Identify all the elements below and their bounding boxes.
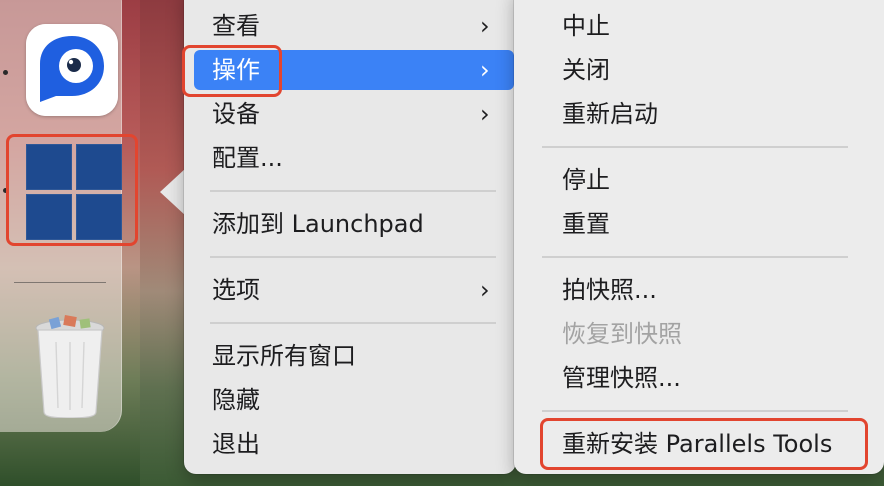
- dock-context-menu: 查看 › 操作 › 设备 › 配置... 添加到 Launchpad 选项 › …: [184, 0, 516, 474]
- trash-icon[interactable]: [30, 314, 110, 419]
- chevron-right-icon: ›: [480, 100, 490, 128]
- running-indicator: [3, 70, 8, 75]
- menu-item-reset[interactable]: 重置: [562, 204, 610, 244]
- menu-separator: [210, 322, 496, 324]
- menu-item-shut-down[interactable]: 关闭: [562, 50, 610, 90]
- menu-item-add-to-launchpad[interactable]: 添加到 Launchpad: [212, 204, 424, 244]
- menu-item-label: 隐藏: [212, 386, 260, 414]
- menu-item-actions[interactable]: 操作: [194, 50, 514, 90]
- menu-item-options[interactable]: 选项: [212, 270, 260, 310]
- menu-item-quit[interactable]: 退出: [212, 424, 260, 464]
- menu-item-label: 设备: [212, 100, 260, 128]
- menu-item-label: 关闭: [562, 56, 610, 84]
- menu-item-revert-to-snapshot: 恢复到快照: [562, 314, 682, 354]
- chevron-right-icon: ›: [480, 276, 490, 304]
- menu-pointer: [160, 168, 186, 216]
- menu-item-label: 重新安装 Parallels Tools: [562, 430, 833, 458]
- menu-item-devices[interactable]: 设备: [212, 94, 260, 134]
- menu-item-label: 选项: [212, 276, 260, 304]
- menu-item-label: 重新启动: [562, 100, 658, 128]
- menu-separator: [210, 190, 496, 192]
- chevron-right-icon: ›: [480, 12, 490, 40]
- menu-item-label: 恢复到快照: [562, 320, 682, 348]
- menu-item-label: 重置: [562, 210, 610, 238]
- menu-item-hide[interactable]: 隐藏: [212, 380, 260, 420]
- menu-item-label: 拍快照...: [562, 276, 657, 304]
- menu-item-label: 查看: [212, 12, 260, 40]
- menu-item-label: 配置...: [212, 144, 283, 172]
- menu-item-show-all-windows[interactable]: 显示所有窗口: [212, 336, 356, 376]
- actions-submenu: 中止 关闭 重新启动 停止 重置 拍快照... 恢复到快照 管理快照... 重新…: [514, 0, 884, 474]
- menu-separator: [542, 256, 848, 258]
- menu-separator: [542, 146, 848, 148]
- menu-item-reinstall-parallels-tools[interactable]: 重新安装 Parallels Tools: [562, 424, 832, 464]
- menu-item-label: 显示所有窗口: [212, 342, 356, 370]
- running-indicator: [3, 188, 8, 193]
- menu-item-restart[interactable]: 重新启动: [562, 94, 658, 134]
- desktop: 查看 › 操作 › 设备 › 配置... 添加到 Launchpad 选项 › …: [0, 0, 884, 486]
- menu-item-label: 退出: [212, 430, 260, 458]
- chevron-right-icon: ›: [480, 56, 490, 84]
- menu-item-stop[interactable]: 停止: [562, 160, 610, 200]
- windows-logo-icon[interactable]: [22, 140, 122, 242]
- menu-item-manage-snapshots[interactable]: 管理快照...: [562, 358, 681, 398]
- menu-item-label: 添加到 Launchpad: [212, 210, 424, 238]
- menu-item-label: 中止: [562, 12, 610, 40]
- menu-item-label: 停止: [562, 166, 610, 194]
- menu-separator: [542, 410, 848, 412]
- menu-item-configure[interactable]: 配置...: [212, 138, 283, 178]
- parallels-desktop-icon[interactable]: [26, 24, 118, 116]
- dock-divider: [14, 282, 106, 283]
- menu-item-view[interactable]: 查看: [212, 6, 260, 46]
- menu-separator: [210, 256, 496, 258]
- menu-item-label: 管理快照...: [562, 364, 681, 392]
- menu-item-suspend[interactable]: 中止: [562, 6, 610, 46]
- menu-item-take-snapshot[interactable]: 拍快照...: [562, 270, 657, 310]
- menu-item-label: 操作: [212, 56, 260, 84]
